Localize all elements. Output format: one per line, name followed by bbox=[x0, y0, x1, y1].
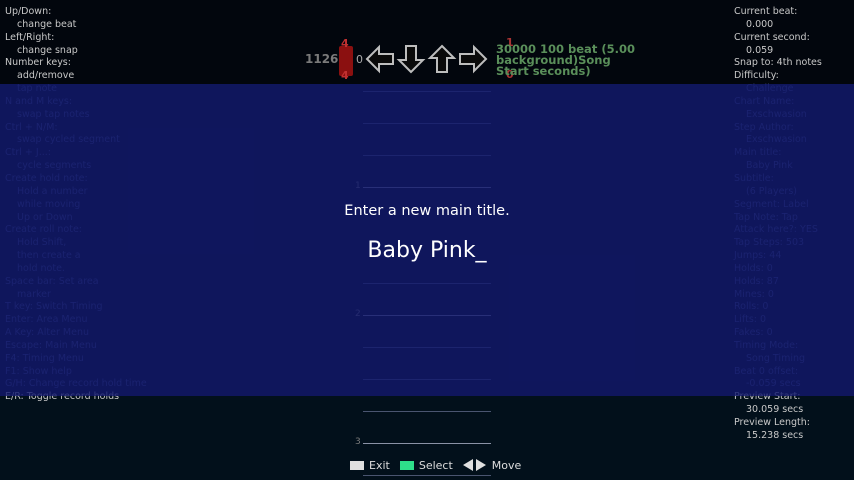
help-line: Left/Right: bbox=[5, 31, 55, 43]
segment-status-text: 30000 100 beat (5.00 background)Song Sta… bbox=[496, 42, 635, 78]
key-legend: Exit Select Move bbox=[350, 458, 531, 472]
help-line: change snap bbox=[17, 44, 78, 56]
beat-line bbox=[363, 411, 491, 412]
dialog-prompt: Enter a new main title. bbox=[344, 203, 510, 219]
move-label[interactable]: Move bbox=[492, 459, 522, 472]
info-line: Preview Length: bbox=[734, 417, 810, 428]
help-line: Up/Down: bbox=[5, 6, 52, 17]
beat-line bbox=[363, 475, 491, 476]
beat-zero-label: 0 bbox=[356, 53, 363, 66]
help-line: Number keys: bbox=[5, 57, 71, 69]
arrow-up-icon bbox=[427, 44, 457, 73]
measure-line bbox=[363, 443, 491, 444]
info-line: Difficulty: bbox=[734, 70, 779, 82]
move-left-icon bbox=[462, 459, 473, 471]
info-line: Snap to: 4th notes bbox=[734, 57, 822, 69]
info-line: 0.059 bbox=[746, 44, 774, 56]
exit-key-icon bbox=[350, 460, 364, 470]
select-label[interactable]: Select bbox=[419, 459, 453, 472]
exit-label[interactable]: Exit bbox=[369, 459, 390, 472]
select-key-icon bbox=[399, 460, 414, 470]
move-right-icon bbox=[475, 459, 486, 471]
measure-number: 3 bbox=[355, 437, 361, 447]
help-line: change beat bbox=[17, 18, 77, 30]
main-title-input[interactable]: Baby Pink_ bbox=[0, 238, 854, 263]
arrow-right-icon bbox=[459, 44, 488, 74]
beat-count: 1126 bbox=[305, 52, 339, 66]
help-line: add/remove bbox=[17, 70, 75, 82]
marker-top-number: 4 bbox=[341, 37, 349, 50]
info-line: 30.059 secs bbox=[746, 404, 804, 416]
info-line: Current second: bbox=[734, 31, 810, 43]
info-line: Current beat: bbox=[734, 6, 798, 17]
arrow-down-icon bbox=[396, 45, 426, 74]
info-line: 0.000 bbox=[746, 18, 774, 30]
info-line: 15.238 secs bbox=[746, 429, 804, 441]
arrow-left-icon bbox=[365, 44, 394, 74]
marker-bottom-number: 4 bbox=[341, 69, 349, 82]
